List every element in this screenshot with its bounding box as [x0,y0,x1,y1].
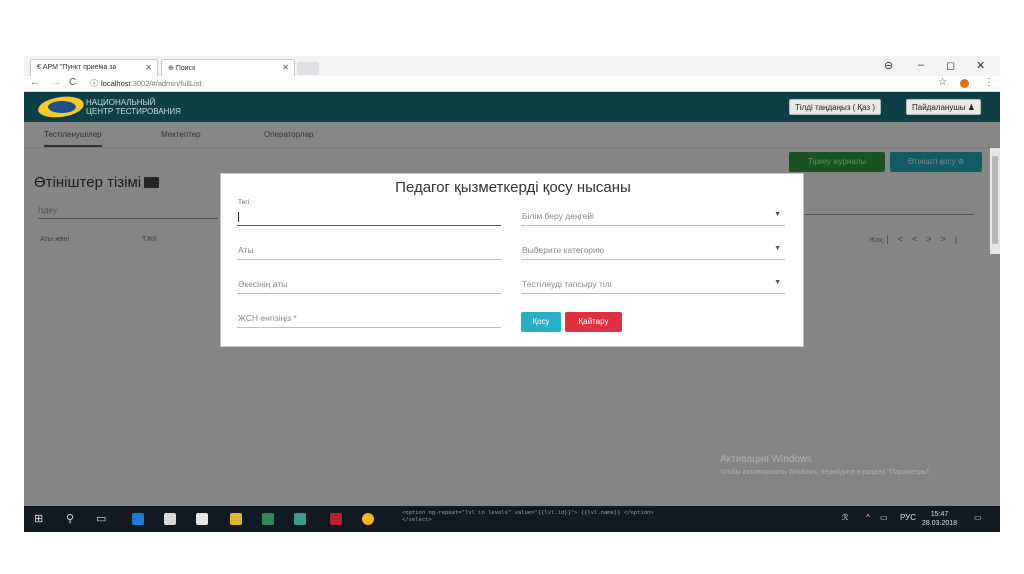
network-icon[interactable]: ▭ [880,513,888,522]
notification-icon[interactable]: ▭ [974,513,982,522]
taskbar: ⊞ ⚲ ▭ <option ng-repeat="lvl in levels" … [24,506,1000,532]
page-icon: € [37,64,41,71]
extension-icon[interactable] [960,79,969,88]
folder-icon[interactable] [230,513,242,525]
forward-arrow-icon[interactable]: → [51,77,61,88]
surname-label: Тегі [238,199,250,206]
bookmark-star-icon[interactable]: ☆ [938,77,947,88]
minimize-button[interactable]: – [918,59,924,71]
browser-tab-bar: € АРМ "Пункт приема за ✕ ⊕ Поиск ✕ ⊖ – ◻… [24,56,1000,76]
chrome-icon[interactable] [362,513,374,525]
page-scrollbar[interactable] [990,148,1000,254]
cancel-button[interactable]: Қайтару [565,312,622,332]
browser-tab-search[interactable]: ⊕ Поиск ✕ [161,59,295,76]
people-icon[interactable]: ℛ [842,513,848,522]
address-bar: ← → C ⓘ localhost:3002/#/admin/fullList ☆… [24,76,1000,92]
app-header: НАЦИОНАЛЬНЫЙ ЦЕНТР ТЕСТИРОВАНИЯ Тілді та… [24,92,1000,122]
app-icon[interactable] [262,513,274,525]
clock-date: 28.03.2018 [922,520,958,527]
iin-label: ЖСН енгізіңіз * [238,313,297,323]
name-field[interactable]: Аты [237,238,501,260]
screen: € АРМ "Пункт приема за ✕ ⊕ Поиск ✕ ⊖ – ◻… [24,56,1000,532]
edge-icon[interactable] [132,513,144,525]
education-level-label: Білім беру деңгейі [522,211,594,221]
url-host: localhost [101,79,131,88]
back-arrow-icon[interactable]: ← [30,77,40,88]
language-indicator[interactable]: РУС [900,513,916,522]
text-cursor [238,212,239,222]
code-editor-preview: <option ng-repeat="lvl in levels" value=… [402,510,842,524]
dropdown-arrow-icon: ▼ [774,211,781,218]
logo-mark [48,101,76,113]
add-teacher-modal: Педагог қызметкерді қосу нысаны Тегі Аты… [220,173,804,347]
name-label: Аты [238,245,254,255]
category-select[interactable]: Выберите категорию ▼ [521,238,785,260]
watermark-title: Активация Windows [720,454,813,465]
close-window-button[interactable]: ✕ [976,59,985,72]
search-icon[interactable]: ⚲ [66,512,74,525]
brand-line-2: ЦЕНТР ТЕСТИРОВАНИЯ [86,107,181,116]
url-path: :3002/#/admin/fullList [130,79,202,88]
user-button[interactable]: Пайдаланушы ♟ [906,99,981,115]
browser-tab-arm[interactable]: € АРМ "Пункт приема за ✕ [30,59,158,76]
language-button[interactable]: Тілді таңдаңыз ( Қаз ) [789,99,882,115]
brand-line-1: НАЦИОНАЛЬНЫЙ [86,98,156,107]
education-level-select[interactable]: Білім беру деңгейі ▼ [521,204,785,226]
store-icon[interactable] [164,513,176,525]
test-language-label: Тестілеуді тапсыру тілі [522,279,612,289]
browser-menu-icon[interactable]: ⋮ [984,77,994,88]
surname-field[interactable]: Тегі [237,199,501,226]
close-tab-icon[interactable]: ✕ [145,63,152,72]
tab-title: Поиск [175,65,196,72]
new-tab-button[interactable] [297,62,319,75]
brand-name: НАЦИОНАЛЬНЫЙ ЦЕНТР ТЕСТИРОВАНИЯ [86,98,181,116]
tray-chevron-icon[interactable]: ^ [866,513,870,522]
restore-button[interactable]: ◻ [946,59,955,72]
reload-icon[interactable]: C [69,77,76,88]
patronymic-field[interactable]: Әкесінің аты [237,272,501,294]
close-tab-icon[interactable]: ✕ [282,63,289,72]
patronymic-label: Әкесінің аты [238,279,288,289]
iin-field[interactable]: ЖСН енгізіңіз * [237,306,501,328]
watermark-subtitle: Чтобы активировать Windows, перейдите в … [720,469,932,476]
filezilla-icon[interactable] [330,513,342,525]
scrollbar-thumb[interactable] [992,156,998,244]
profile-icon[interactable]: ⊖ [884,59,893,72]
code-line: </select> [402,517,432,523]
category-label: Выберите категорию [522,245,605,255]
windows-activation-watermark: Активация Windows Чтобы активировать Win… [720,454,970,478]
info-icon: ⓘ [90,79,98,88]
app-icon[interactable] [294,513,306,525]
url-field[interactable]: ⓘ localhost:3002/#/admin/fullList [88,78,938,90]
clock-time: 15:47 [930,511,949,518]
add-button[interactable]: Қосу [521,312,561,332]
search-tab-icon: ⊕ [168,65,174,72]
dropdown-arrow-icon: ▼ [774,279,781,286]
test-language-select[interactable]: Тестілеуді тапсыру тілі ▼ [521,272,785,294]
modal-title: Педагог қызметкерді қосу нысаны [395,179,631,196]
windows-start-icon[interactable]: ⊞ [34,512,43,525]
clock[interactable]: 15:47 28.03.2018 [922,510,957,528]
tab-title: АРМ "Пункт приема за [42,64,117,71]
code-line: <option ng-repeat="lvl in levels" value=… [402,510,654,516]
mail-icon[interactable] [196,513,208,525]
dropdown-arrow-icon: ▼ [774,245,781,252]
task-view-icon[interactable]: ▭ [96,512,106,525]
